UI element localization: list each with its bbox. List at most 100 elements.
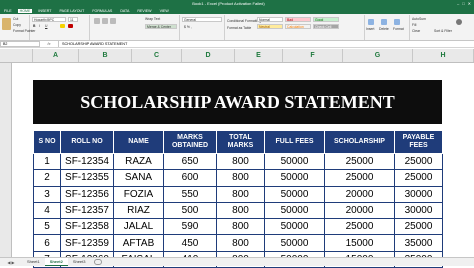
cell-marks-obtained[interactable]: 500 [163, 201, 217, 220]
cell-roll-no[interactable]: SF-12357 [60, 201, 114, 220]
tab-data[interactable]: DATA [118, 9, 131, 13]
cell-payable-fees[interactable]: 30000 [394, 185, 443, 203]
cell-name[interactable]: SANA [113, 169, 164, 187]
cell-payable-fees[interactable]: 35000 [394, 234, 443, 252]
cell-scholarship[interactable]: 15000 [324, 234, 395, 252]
cell-roll-no[interactable]: SF-12356 [60, 185, 114, 203]
format-button[interactable]: Format [393, 27, 404, 31]
style-check-cell[interactable]: Check Cell [313, 24, 339, 29]
header-s-no[interactable]: S NO [33, 130, 61, 154]
close-icon[interactable]: ✕ [468, 1, 471, 6]
cell-total-marks[interactable]: 800 [216, 152, 265, 171]
formula-input[interactable]: SCHOLARSHIP AWARD STATEMENT [58, 41, 474, 47]
cell-total-marks[interactable]: 800 [216, 234, 265, 252]
header-full-fees[interactable]: FULL FEES [264, 130, 325, 154]
italic-button[interactable]: I [39, 24, 40, 28]
style-normal[interactable]: Normal [257, 17, 283, 22]
row-headers[interactable] [0, 63, 12, 257]
column-header-b[interactable]: B [79, 49, 132, 62]
cell-s-no[interactable]: 5 [33, 218, 61, 236]
cell-payable-fees[interactable]: 30000 [394, 201, 443, 220]
style-good[interactable]: Good [313, 17, 339, 22]
autosum-button[interactable]: AutoSum [412, 17, 426, 21]
cell-name[interactable]: RAZA [113, 152, 164, 171]
name-box[interactable]: B2 [0, 41, 40, 47]
sheet-nav-arrows-icon[interactable]: ◀ ▶ [0, 260, 22, 265]
delete-cells-icon[interactable] [381, 19, 387, 25]
insert-button[interactable]: Insert [366, 27, 374, 31]
cut-button[interactable]: Cut [13, 17, 18, 21]
cell-roll-no[interactable]: SF-12354 [60, 152, 114, 171]
font-name-select[interactable]: Hogarth@PC [32, 17, 66, 22]
tab-insert[interactable]: INSERT [36, 9, 53, 13]
cell-marks-obtained[interactable]: 450 [163, 234, 217, 252]
align-bottom-icon[interactable] [110, 18, 116, 24]
select-all-corner[interactable] [0, 49, 33, 62]
cell-marks-obtained[interactable]: 550 [163, 185, 217, 203]
cell-marks-obtained[interactable]: 590 [163, 218, 217, 236]
cell-s-no[interactable]: 4 [33, 201, 61, 220]
cell-scholarship[interactable]: 20000 [324, 201, 395, 220]
cell-total-marks[interactable]: 800 [216, 218, 265, 236]
align-top-icon[interactable] [94, 18, 100, 24]
cell-full-fees[interactable]: 50000 [264, 185, 325, 203]
cell-name[interactable]: AFTAB [113, 234, 164, 252]
header-scholarship[interactable]: SCHOLARSHIP [324, 130, 395, 154]
clear-button[interactable]: Clear [412, 29, 420, 33]
format-as-table-button[interactable]: Format as Table [227, 26, 251, 30]
style-neutral[interactable]: Neutral [257, 24, 283, 29]
cell-full-fees[interactable]: 50000 [264, 169, 325, 187]
add-sheet-icon[interactable] [93, 259, 102, 265]
header-payable-fees[interactable]: PAYABLE FEES [394, 130, 443, 154]
sort-filter-button[interactable]: Sort & Filter [434, 29, 452, 33]
header-name[interactable]: NAME [113, 130, 164, 154]
column-header-f[interactable]: F [283, 49, 343, 62]
cell-payable-fees[interactable]: 25000 [394, 218, 443, 236]
cell-full-fees[interactable]: 50000 [264, 218, 325, 236]
style-bad[interactable]: Bad [285, 17, 311, 22]
font-size-select[interactable]: 11 [68, 17, 78, 22]
header-total-marks[interactable]: TOTAL MARKS [216, 130, 265, 154]
font-color-icon[interactable] [68, 24, 73, 28]
paste-icon[interactable] [2, 18, 11, 30]
cell-scholarship[interactable]: 25000 [324, 152, 395, 171]
tab-formulas[interactable]: FORMULAS [90, 9, 114, 13]
cell-total-marks[interactable]: 800 [216, 185, 265, 203]
number-format-select[interactable]: General [182, 17, 222, 22]
cell-s-no[interactable]: 1 [33, 152, 61, 171]
underline-button[interactable]: U [45, 24, 47, 28]
minimize-icon[interactable]: – [457, 1, 459, 6]
cell-full-fees[interactable]: 50000 [264, 234, 325, 252]
column-header-d[interactable]: D [182, 49, 235, 62]
format-cells-icon[interactable] [394, 19, 400, 25]
column-header-c[interactable]: C [132, 49, 182, 62]
cell-roll-no[interactable]: SF-12358 [60, 218, 114, 236]
bold-button[interactable]: B [33, 24, 35, 28]
banner-title[interactable]: SCHOLARSHIP AWARD STATEMENT [33, 80, 442, 124]
cell-s-no[interactable]: 3 [33, 185, 61, 203]
tab-review[interactable]: REVIEW [135, 9, 153, 13]
cell-full-fees[interactable]: 50000 [264, 201, 325, 220]
header-marks-obtained[interactable]: MARKS OBTAINED [163, 130, 217, 154]
cell-scholarship[interactable]: 25000 [324, 218, 395, 236]
cell-name[interactable]: RIAZ [113, 201, 164, 220]
cell-scholarship[interactable]: 20000 [324, 185, 395, 203]
column-header-h[interactable]: H [413, 49, 474, 62]
sheet-tab-sheet1[interactable]: Sheet1 [22, 258, 45, 266]
copy-button[interactable]: Copy [13, 23, 21, 27]
cell-roll-no[interactable]: SF-12355 [60, 169, 114, 187]
cell-marks-obtained[interactable]: 600 [163, 169, 217, 187]
delete-button[interactable]: Delete [379, 27, 389, 31]
align-middle-icon[interactable] [102, 18, 108, 24]
cell-name[interactable]: JALAL [113, 218, 164, 236]
header-roll-no[interactable]: ROLL NO [60, 130, 114, 154]
tab-view[interactable]: VIEW [158, 9, 171, 13]
cell-marks-obtained[interactable]: 650 [163, 152, 217, 171]
cell-payable-fees[interactable]: 25000 [394, 152, 443, 171]
cell-payable-fees[interactable]: 25000 [394, 169, 443, 187]
column-header-a[interactable]: A [33, 49, 79, 62]
cell-name[interactable]: FOZIA [113, 185, 164, 203]
maximize-icon[interactable]: □ [462, 1, 464, 6]
conditional-formatting-button[interactable]: Conditional Formatting [227, 19, 261, 23]
tab-page-layout[interactable]: PAGE LAYOUT [58, 9, 87, 13]
